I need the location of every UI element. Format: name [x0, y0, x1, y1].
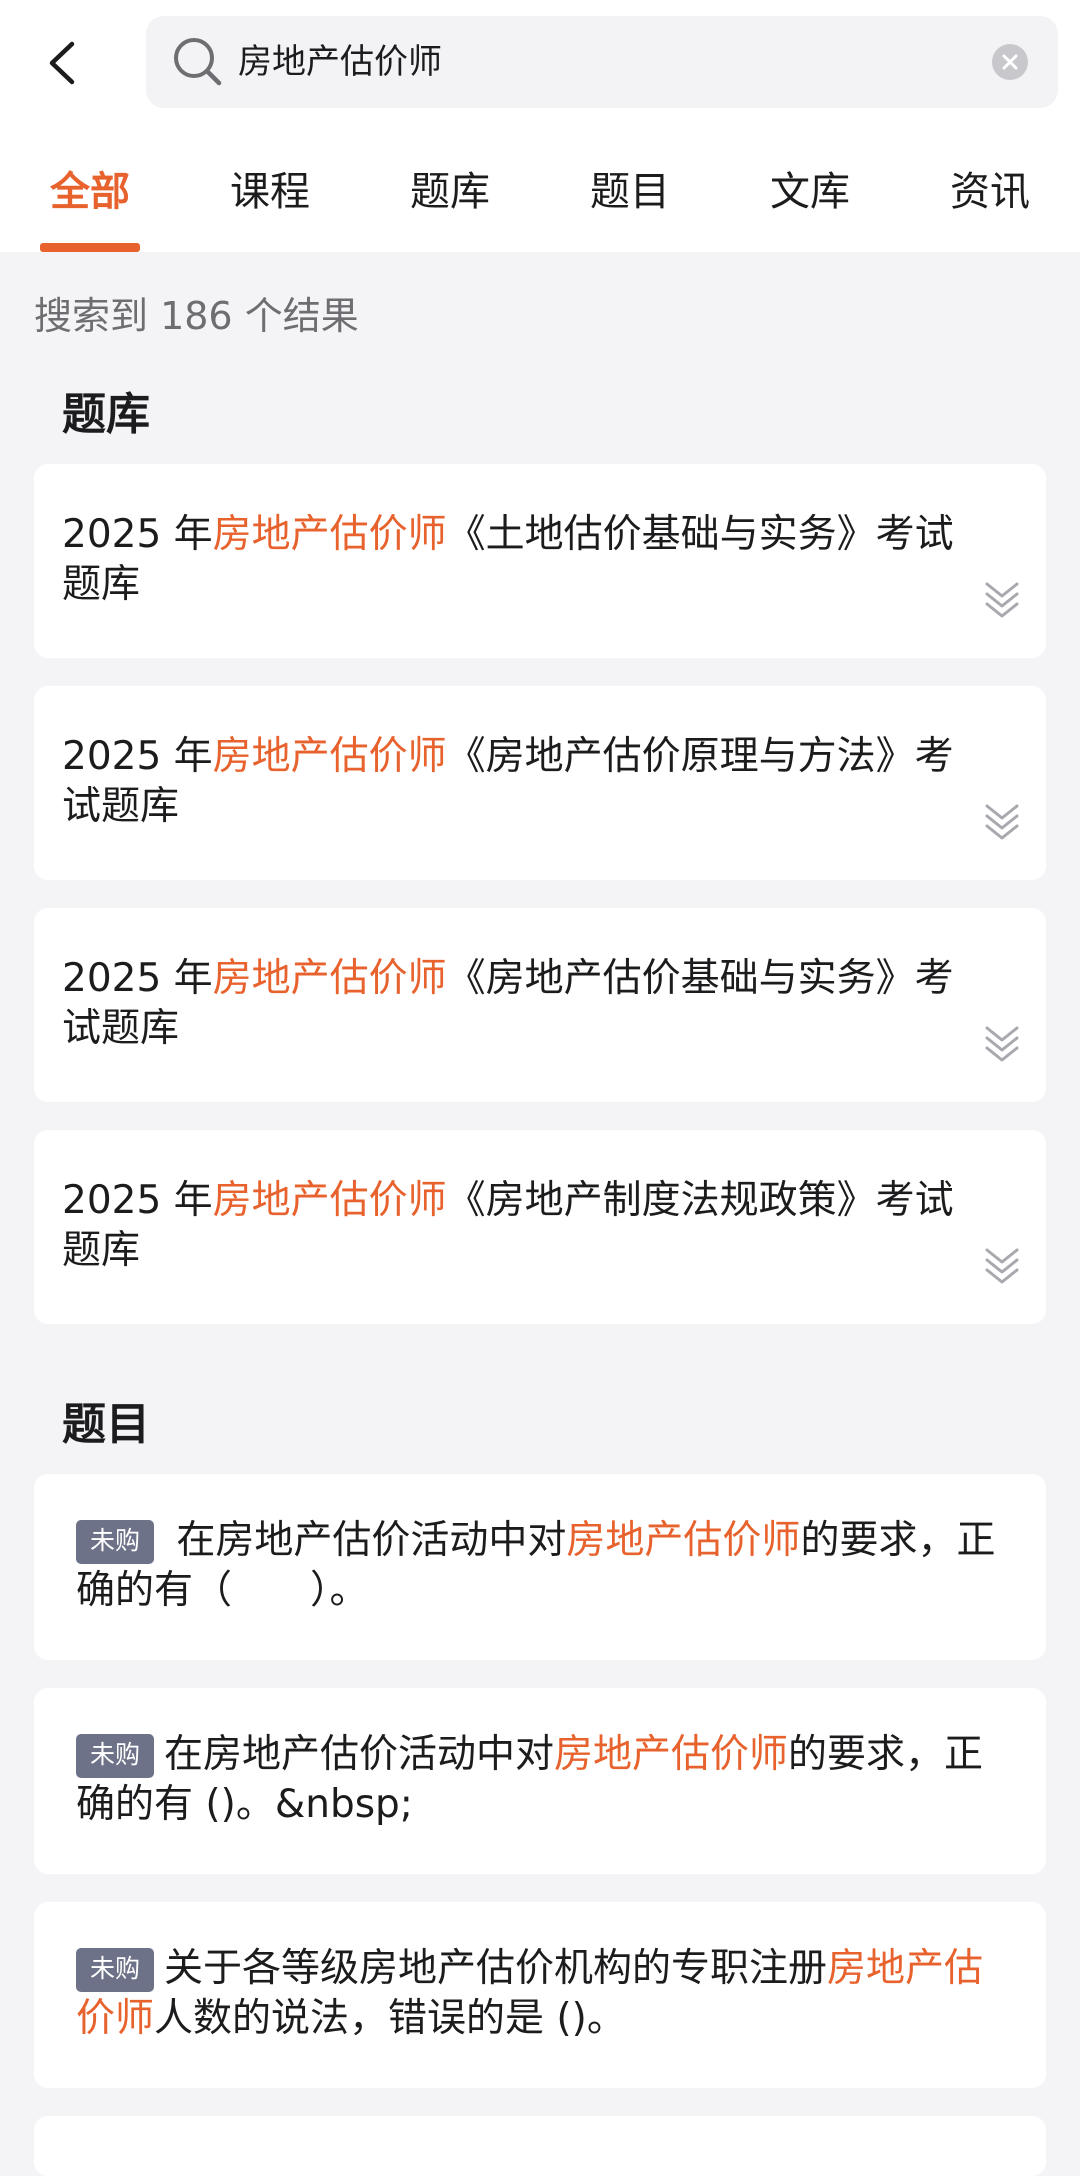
search-box[interactable]: [146, 16, 1058, 108]
question-card[interactable]: 未购 在房地产估价活动中对房地产估价师的要求，正确的有 ()。&nbsp;: [34, 1688, 1046, 1874]
title-prefix: 2025 年: [62, 956, 213, 1001]
search-input[interactable]: [238, 16, 918, 108]
question-bank-card[interactable]: 2025 年房地产估价师《土地估价基础与实务》考试题库: [34, 464, 1046, 658]
active-tab-indicator: [40, 243, 140, 252]
title-prefix: 2025 年: [62, 1178, 213, 1223]
question-bank-card[interactable]: 2025 年房地产估价师《房地产估价基础与实务》考试题库: [34, 908, 1046, 1102]
back-button[interactable]: [36, 30, 96, 96]
tab-label: 课程: [230, 169, 310, 215]
tab-label: 全部: [50, 169, 130, 215]
clear-search-button[interactable]: [992, 44, 1028, 80]
tab-courses[interactable]: 课程: [200, 150, 340, 252]
double-chevron-down-icon[interactable]: [982, 1242, 1022, 1286]
not-purchased-badge: 未购: [76, 1520, 155, 1564]
question-before: 在房地产估价活动中对: [164, 1732, 555, 1777]
question-before: 关于各等级房地产估价机构的专职注册: [164, 1946, 828, 1991]
tab-all[interactable]: 全部: [20, 150, 160, 252]
search-highlight: 房地产估价师: [212, 512, 447, 557]
section-title-question-bank: 题库: [62, 389, 150, 440]
tab-news[interactable]: 资讯: [920, 150, 1060, 252]
title-prefix: 2025 年: [62, 734, 213, 779]
question-card[interactable]: 未购 关于各等级房地产估价机构的专职注册房地产估价师人数的说法，错误的是 ()。: [34, 1902, 1046, 2088]
double-chevron-down-icon[interactable]: [982, 1020, 1022, 1064]
question-bank-title: 2025 年房地产估价师《房地产估价原理与方法》考试题库: [62, 732, 962, 832]
search-highlight: 房地产估价师: [566, 1518, 801, 1563]
question-text: 未购 在房地产估价活动中对房地产估价师的要求，正确的有 ()。&nbsp;: [76, 1730, 1006, 1830]
question-bank-title: 2025 年房地产估价师《房地产制度法规政策》考试题库: [62, 1176, 962, 1276]
double-chevron-down-icon[interactable]: [982, 798, 1022, 842]
result-count: 搜索到 186 个结果: [34, 294, 359, 338]
search-highlight: 房地产估价师: [212, 734, 447, 779]
clear-icon: [1002, 54, 1018, 70]
question-bank-card[interactable]: 2025 年房地产估价师《房地产制度法规政策》考试题库: [34, 1130, 1046, 1324]
question-before: 在房地产估价活动中对: [164, 1518, 567, 1563]
tab-label: 题目: [590, 169, 670, 215]
tab-questions[interactable]: 题目: [560, 150, 700, 252]
question-bank-title: 2025 年房地产估价师《土地估价基础与实务》考试题库: [62, 510, 962, 610]
tab-label: 题库: [410, 169, 490, 215]
not-purchased-badge: 未购: [76, 1734, 155, 1778]
tab-library[interactable]: 文库: [740, 150, 880, 252]
chevron-left-icon: [49, 41, 75, 85]
search-highlight: 房地产估价师: [212, 956, 447, 1001]
search-highlight: 房地产估价师: [212, 1178, 447, 1223]
section-title-questions: 题目: [62, 1399, 150, 1450]
top-bar: 全部 课程 题库 题目 文库 资讯: [0, 0, 1080, 252]
not-purchased-badge: 未购: [76, 1948, 155, 1992]
tab-label: 文库: [770, 169, 850, 215]
question-text: 未购 在房地产估价活动中对房地产估价师的要求，正确的有（ ）。: [76, 1516, 1006, 1616]
title-prefix: 2025 年: [62, 512, 213, 557]
search-highlight: 房地产估价师: [554, 1732, 789, 1777]
question-text: 未购 关于各等级房地产估价机构的专职注册房地产估价师人数的说法，错误的是 ()。: [76, 1944, 1006, 2044]
question-bank-title: 2025 年房地产估价师《房地产估价基础与实务》考试题库: [62, 954, 962, 1054]
tab-label: 资讯: [950, 169, 1030, 215]
question-card[interactable]: [34, 2116, 1046, 2176]
search-icon: [174, 38, 222, 86]
tab-question-bank[interactable]: 题库: [380, 150, 520, 252]
double-chevron-down-icon[interactable]: [982, 576, 1022, 620]
question-card[interactable]: 未购 在房地产估价活动中对房地产估价师的要求，正确的有（ ）。: [34, 1474, 1046, 1660]
tab-bar: 全部 课程 题库 题目 文库 资讯: [0, 150, 1080, 252]
question-bank-card[interactable]: 2025 年房地产估价师《房地产估价原理与方法》考试题库: [34, 686, 1046, 880]
question-after: 人数的说法，错误的是 ()。: [154, 1996, 626, 2041]
